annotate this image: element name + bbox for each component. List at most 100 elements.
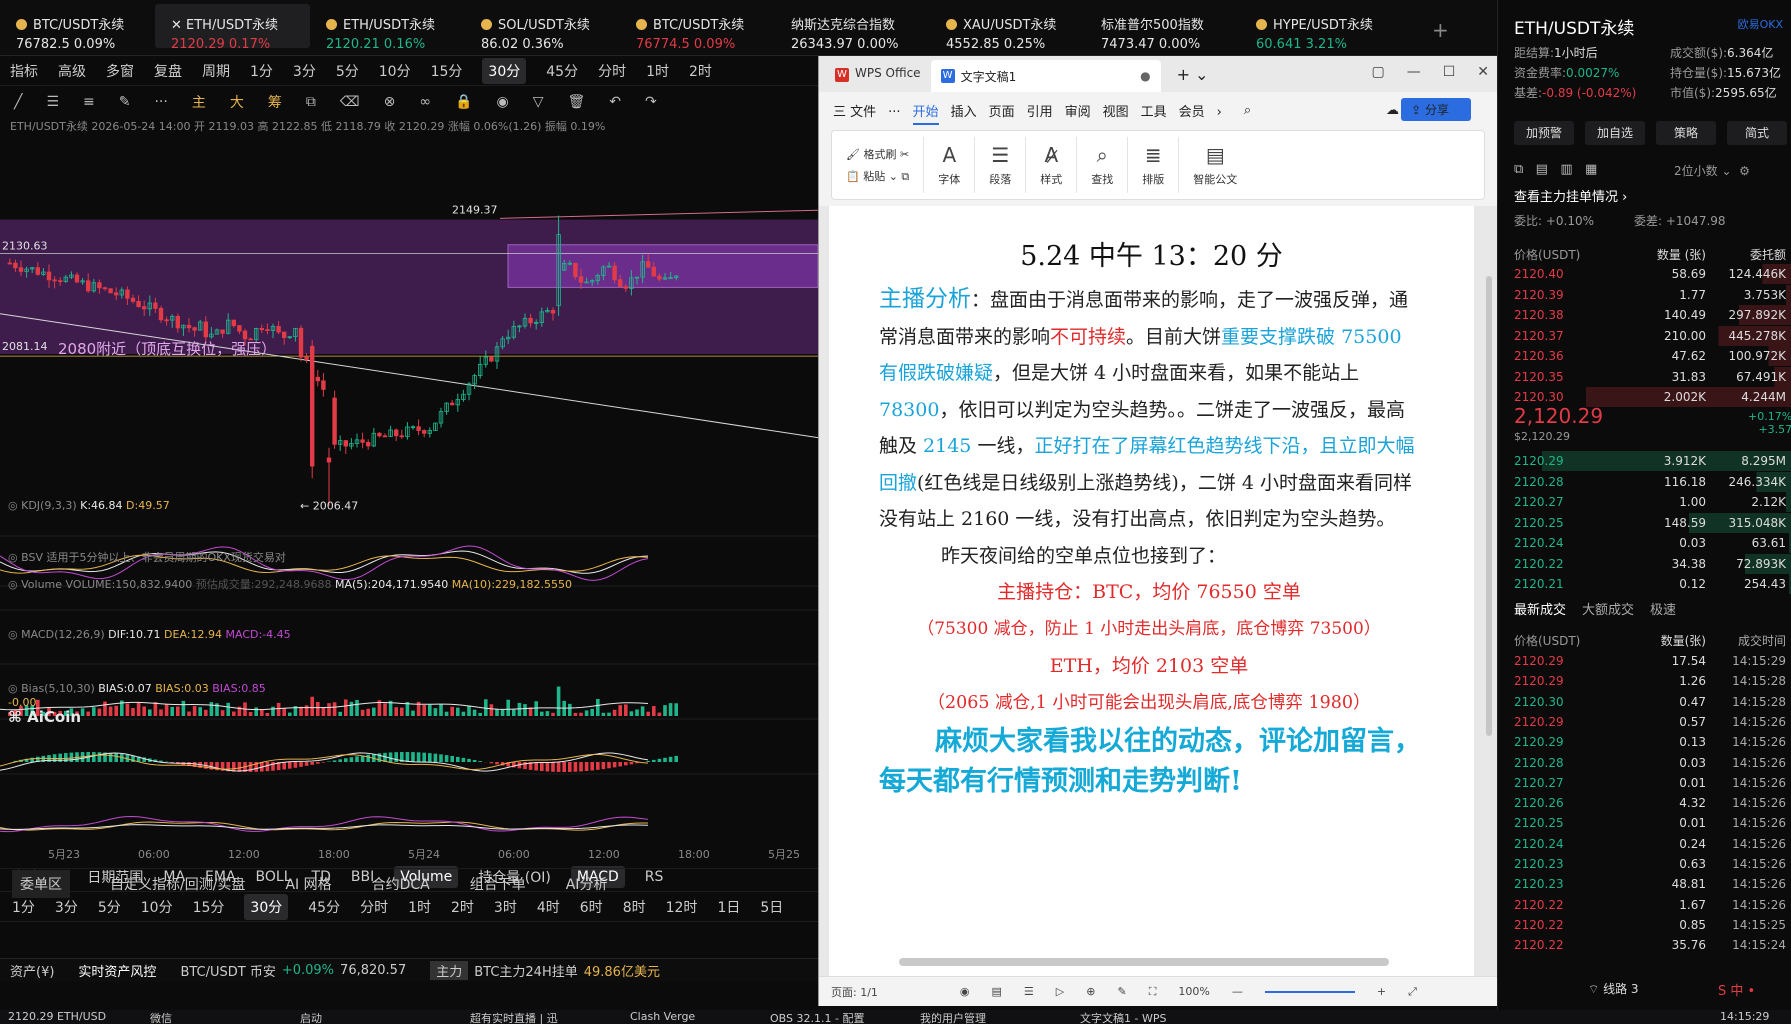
period-item[interactable]: 12时 bbox=[666, 897, 698, 917]
cloud-icon[interactable]: ☁ bbox=[1386, 103, 1399, 118]
ask-row[interactable]: 2120.39 1.77 3.753K bbox=[1498, 284, 1791, 305]
risk-label[interactable]: 实时资产风控 bbox=[78, 961, 156, 980]
menu-item[interactable]: 插入 bbox=[951, 105, 977, 120]
zoom-out-icon[interactable]: — bbox=[1232, 985, 1243, 998]
ask-row[interactable]: 2120.38 140.49 297.892K bbox=[1498, 305, 1791, 325]
smart-doc-button[interactable]: ▤ 智能公文 bbox=[1179, 137, 1251, 193]
font-button[interactable]: A 字体 bbox=[924, 137, 976, 193]
lock-tool-icon[interactable]: 🔒 bbox=[455, 94, 472, 110]
link-tool-icon[interactable]: ∞ bbox=[419, 94, 431, 110]
main-tool-icon[interactable]: 主 bbox=[192, 92, 206, 112]
web-icon[interactable]: ⊕ bbox=[1086, 985, 1095, 998]
period-item[interactable]: 3分 bbox=[55, 897, 78, 917]
status-pair[interactable]: BTC/USDT 币安 bbox=[180, 961, 275, 980]
ticker-item[interactable]: XAU/USDT永续 4552.85 0.25% bbox=[930, 0, 1085, 55]
period-item[interactable]: 5分 bbox=[98, 897, 121, 917]
line-tool-icon[interactable]: ╱ bbox=[14, 94, 22, 110]
period-item[interactable]: 3时 bbox=[494, 897, 517, 917]
eraser-tool-icon[interactable]: ⌫ bbox=[340, 94, 360, 110]
trade-header[interactable]: 价格(USDT) 数量(张) 成交时间 bbox=[1498, 630, 1791, 650]
share-button[interactable]: ⇪ 分享 bbox=[1401, 98, 1471, 121]
search-icon[interactable]: ⌕ bbox=[1244, 103, 1251, 118]
period-item[interactable]: 1分 bbox=[12, 897, 35, 917]
style-button[interactable]: A̷ 样式 bbox=[1026, 137, 1078, 193]
period-item[interactable]: 1日 bbox=[717, 897, 740, 917]
trade-row[interactable]: 2120.23 0.63 14:15:26 bbox=[1498, 854, 1791, 874]
ticker-item[interactable]: 纳斯达克综合指数 26343.97 0.00% bbox=[775, 0, 930, 55]
menu-item[interactable]: 视图 bbox=[1103, 105, 1129, 120]
toolbar-item[interactable]: 复盘 bbox=[154, 61, 182, 81]
eye-tool-icon[interactable]: ◉ bbox=[496, 94, 508, 110]
toolbar-item[interactable]: 1分 bbox=[250, 61, 273, 81]
trade-tab[interactable]: 大额成交 bbox=[1582, 599, 1634, 618]
module-tab[interactable]: AI分析 bbox=[566, 874, 608, 894]
minimize-icon[interactable]: — bbox=[1407, 64, 1421, 80]
trade-row[interactable]: 2120.26 4.32 14:15:26 bbox=[1498, 793, 1791, 813]
taskbar-item[interactable]: 2120.29 ETH/USD bbox=[8, 1010, 106, 1023]
play-icon[interactable]: ▷ bbox=[1056, 985, 1064, 998]
fullscreen-icon[interactable]: ⤢ bbox=[1408, 985, 1417, 999]
undo-icon[interactable]: ↶ bbox=[609, 94, 621, 110]
find-button[interactable]: ⌕ 查找 bbox=[1077, 137, 1129, 193]
toolbar-item[interactable]: 1时 bbox=[646, 61, 669, 81]
bid-row[interactable]: 2120.22 34.38 72.893K bbox=[1498, 553, 1791, 574]
taskbar-item[interactable]: 微信 bbox=[150, 1010, 172, 1024]
period-item[interactable]: 6时 bbox=[580, 897, 603, 917]
panel-button[interactable]: 加自选 bbox=[1585, 121, 1645, 145]
pen-tool-icon[interactable]: ✎ bbox=[119, 94, 131, 110]
exchange-label[interactable]: 欧易OKX bbox=[1738, 16, 1783, 32]
horizontal-scrollbar[interactable] bbox=[899, 958, 1389, 966]
document-page[interactable]: 5.24 中午 13：20 分 主播分析：盘面由于消息面带来的影响，走了一波强反… bbox=[829, 206, 1474, 976]
bid-row[interactable]: 2120.29 3.912K 8.295M bbox=[1498, 451, 1791, 471]
toolbar-item[interactable]: 高级 bbox=[58, 61, 86, 81]
paragraph-button[interactable]: ☰ 段落 bbox=[975, 137, 1027, 193]
trade-row[interactable]: 2120.23 48.81 14:15:26 bbox=[1498, 874, 1791, 894]
ticker-item[interactable]: 标准普尔500指数 7473.47 0.00% bbox=[1085, 0, 1240, 55]
ticker-item[interactable]: HYPE/USDT永续 60.641 3.21% bbox=[1240, 0, 1395, 55]
ask-row[interactable]: 2120.40 58.69 124.446K bbox=[1498, 264, 1791, 284]
ask-row[interactable]: 2120.36 47.62 100.972K bbox=[1498, 346, 1791, 366]
paste-button[interactable]: 📋 粘贴 ⌄ ⧉ bbox=[846, 168, 909, 184]
menu-item[interactable]: › bbox=[1217, 105, 1222, 120]
taskbar-item[interactable]: 启动 bbox=[300, 1010, 322, 1024]
module-tab[interactable]: 委单区 bbox=[12, 869, 70, 898]
taskbar-item[interactable]: 我的用户管理 bbox=[920, 1010, 986, 1024]
module-tab[interactable]: 组合下单 bbox=[470, 874, 526, 894]
ticker-item[interactable]: SOL/USDT永续 86.02 0.36% bbox=[465, 0, 620, 55]
more-tool-icon[interactable]: ··· bbox=[154, 94, 167, 110]
candlestick-chart[interactable]: 2149.37 2130.63 2081.14 ← 2006.47 2080附近（顶底互… bbox=[0, 174, 818, 864]
toolbar-item[interactable]: 3分 bbox=[293, 61, 316, 81]
toolbar-item[interactable]: 10分 bbox=[379, 61, 411, 81]
zoom-level[interactable]: 100% bbox=[1178, 985, 1209, 998]
period-item[interactable]: 45分 bbox=[308, 897, 340, 917]
pair-title[interactable]: ETH/USDT永续 bbox=[1514, 14, 1634, 39]
trade-row[interactable]: 2120.28 0.03 14:15:26 bbox=[1498, 753, 1791, 773]
trade-row[interactable]: 2120.29 1.26 14:15:28 bbox=[1498, 671, 1791, 691]
menu-item[interactable]: ··· bbox=[888, 105, 900, 120]
trade-row[interactable]: 2120.25 0.01 14:15:26 bbox=[1498, 813, 1791, 833]
close-icon[interactable]: ✕ bbox=[171, 18, 186, 33]
magnet-tool-icon[interactable]: ⊗ bbox=[384, 94, 396, 110]
toolbar-item[interactable]: 周期 bbox=[202, 61, 230, 81]
edit-icon[interactable]: ✎ bbox=[1117, 985, 1126, 998]
layout-icons[interactable]: ⧉ ▤ ▥ ▦ bbox=[1514, 162, 1597, 177]
toolbar-item[interactable]: 多窗 bbox=[106, 61, 134, 81]
fit-icon[interactable]: ⛶ bbox=[1149, 985, 1157, 999]
menu-item[interactable]: 页面 bbox=[989, 105, 1015, 120]
ask-row[interactable]: 2120.35 31.83 67.491K bbox=[1498, 366, 1791, 387]
period-item[interactable]: 10分 bbox=[141, 897, 173, 917]
big-tool-icon[interactable]: 大 bbox=[230, 92, 244, 112]
asset-label[interactable]: 资产(¥) bbox=[10, 961, 54, 980]
menu-item[interactable]: 会员 bbox=[1179, 105, 1205, 120]
toolbar-item[interactable]: 指标 bbox=[10, 61, 38, 81]
add-ticker-button[interactable]: + bbox=[1432, 18, 1449, 42]
chip-tool-icon[interactable]: 筹 bbox=[268, 92, 282, 112]
ticker-item[interactable]: ✕ ETH/USDT永续 2120.29 0.17% bbox=[155, 4, 310, 52]
trade-row[interactable]: 2120.24 0.24 14:15:26 bbox=[1498, 834, 1791, 854]
delete-tool-icon[interactable]: 🗑 bbox=[567, 94, 585, 110]
trade-row[interactable]: 2120.27 0.01 14:15:26 bbox=[1498, 773, 1791, 793]
close-icon[interactable]: ✕ bbox=[1477, 64, 1489, 80]
toolbar-item[interactable]: 分时 bbox=[598, 61, 626, 81]
ime-icon[interactable]: S 中 • bbox=[1718, 980, 1755, 999]
toolbar-item[interactable]: 30分 bbox=[482, 57, 527, 84]
